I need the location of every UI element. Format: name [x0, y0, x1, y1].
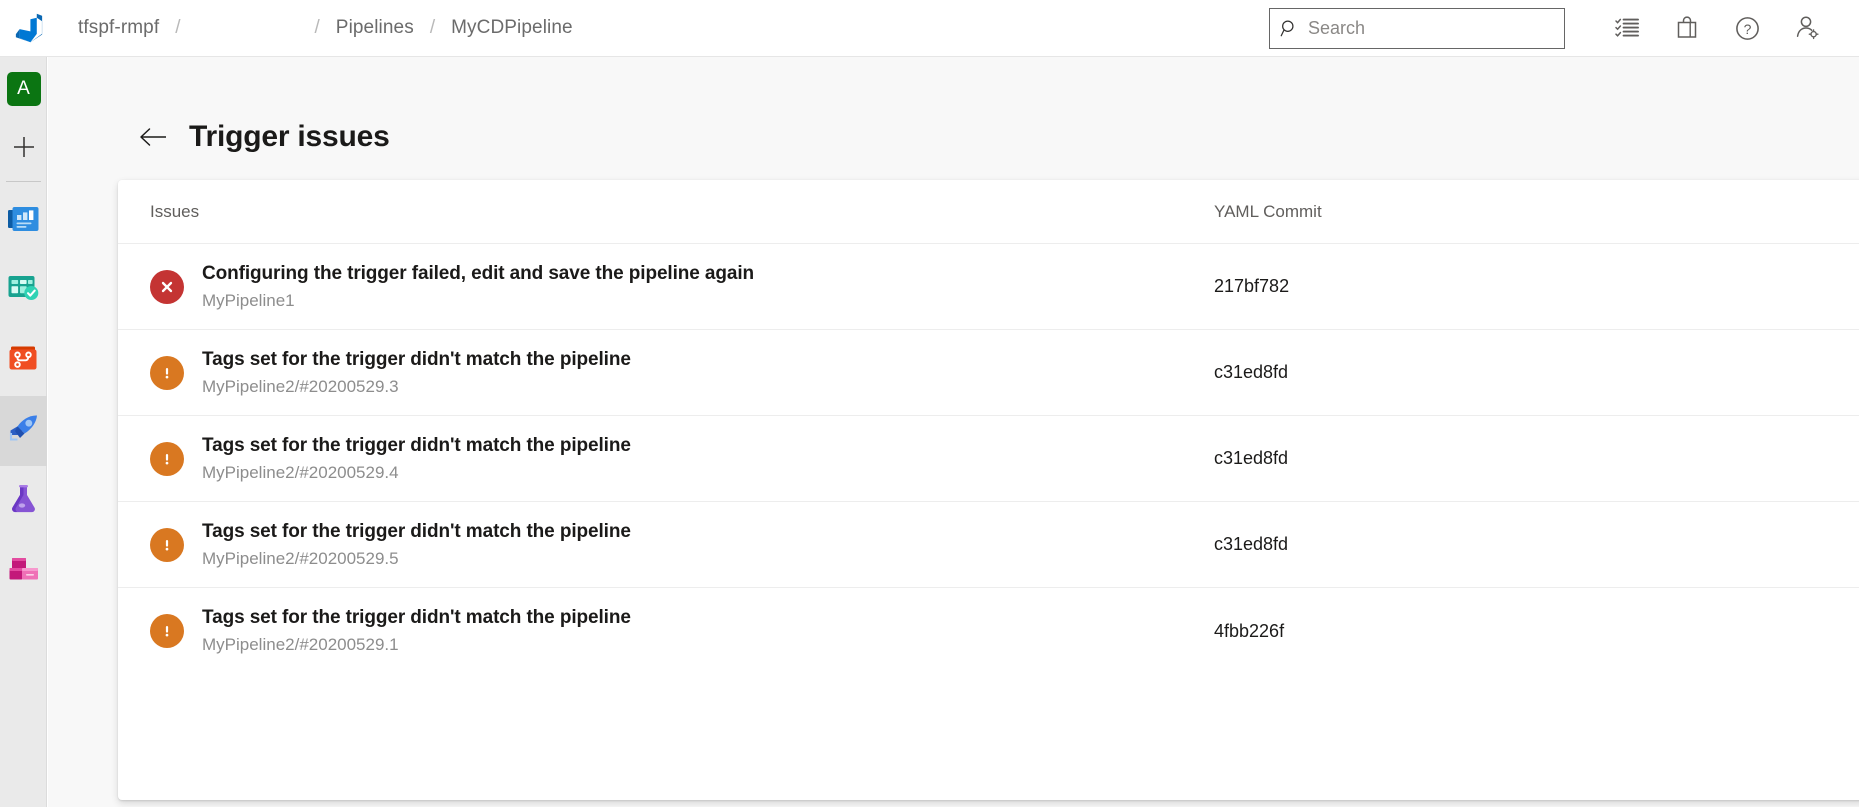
repos-icon	[8, 344, 40, 379]
svg-text:?: ?	[1743, 21, 1751, 37]
sidebar-item-pipelines[interactable]	[0, 396, 47, 466]
issue-subtitle: MyPipeline2/#20200529.1	[202, 632, 631, 657]
main-content-area: Trigger issues Issues YAML Commit Config…	[48, 57, 1859, 807]
pipelines-rocket-icon	[7, 413, 41, 449]
issue-title: Configuring the trigger failed, edit and…	[202, 261, 754, 287]
issue-text-block: Tags set for the trigger didn't match th…	[202, 433, 631, 485]
warning-status-icon	[150, 356, 184, 390]
issue-text-block: Tags set for the trigger didn't match th…	[202, 605, 631, 657]
top-header-bar: tfspf-rmpf / / Pipelines / MyCDPipeline	[0, 0, 1859, 57]
issue-text-block: Tags set for the trigger didn't match th…	[202, 347, 631, 399]
breadcrumb-separator-3: /	[416, 17, 449, 39]
error-status-icon	[150, 270, 184, 304]
sidebar-item-repos[interactable]	[0, 326, 47, 396]
issue-subtitle: MyPipeline2/#20200529.4	[202, 460, 631, 485]
yaml-commit-value[interactable]: 4fbb226f	[1214, 621, 1284, 642]
warning-status-icon	[150, 442, 184, 476]
table-row[interactable]: Tags set for the trigger didn't match th…	[118, 502, 1859, 588]
azure-devops-logo-icon[interactable]	[0, 0, 58, 57]
help-question-icon[interactable]: ?	[1721, 5, 1773, 51]
search-box[interactable]	[1269, 8, 1565, 49]
yaml-commit-value[interactable]: c31ed8fd	[1214, 362, 1288, 383]
issue-title: Tags set for the trigger didn't match th…	[202, 519, 631, 545]
issues-table-card: Issues YAML Commit Configuring the trigg…	[118, 180, 1859, 800]
table-row[interactable]: Tags set for the trigger didn't match th…	[118, 416, 1859, 502]
column-header-issues[interactable]: Issues	[150, 202, 1214, 222]
warning-status-icon	[150, 614, 184, 648]
yaml-commit-value[interactable]: 217bf782	[1214, 276, 1289, 297]
breadcrumb: tfspf-rmpf / / Pipelines / MyCDPipeline	[58, 0, 575, 57]
boards-checklist-icon[interactable]	[1601, 5, 1653, 51]
sidebar-item-overview[interactable]	[0, 186, 47, 256]
back-arrow-icon[interactable]	[137, 121, 169, 153]
overview-icon	[7, 204, 41, 239]
search-input[interactable]	[1308, 18, 1548, 39]
yaml-commit-value[interactable]: c31ed8fd	[1214, 448, 1288, 469]
boards-icon	[7, 273, 41, 309]
issue-cell: Tags set for the trigger didn't match th…	[150, 347, 1214, 399]
breadcrumb-separator-1: /	[161, 17, 194, 39]
artifacts-boxes-icon	[8, 555, 40, 588]
test-plans-flask-icon	[8, 484, 40, 519]
page-title: Trigger issues	[189, 120, 390, 154]
issue-text-block: Configuring the trigger failed, edit and…	[202, 261, 754, 313]
left-navigation-rail: A	[0, 57, 47, 807]
table-row[interactable]: Tags set for the trigger didn't match th…	[118, 330, 1859, 416]
issue-title: Tags set for the trigger didn't match th…	[202, 433, 631, 459]
column-header-yaml-commit[interactable]: YAML Commit	[1214, 202, 1322, 222]
search-icon	[1270, 19, 1308, 38]
issue-cell: Tags set for the trigger didn't match th…	[150, 519, 1214, 571]
issue-cell: Configuring the trigger failed, edit and…	[150, 261, 1214, 313]
issue-text-block: Tags set for the trigger didn't match th…	[202, 519, 631, 571]
user-settings-icon[interactable]	[1781, 5, 1833, 51]
warning-status-icon	[150, 528, 184, 562]
breadcrumb-separator-2: /	[301, 17, 334, 39]
sidebar-item-artifacts[interactable]	[0, 536, 47, 606]
header-actions: ?	[1269, 0, 1859, 57]
issue-title: Tags set for the trigger didn't match th…	[202, 605, 631, 631]
issue-subtitle: MyPipeline1	[202, 288, 754, 313]
page-header: Trigger issues	[48, 57, 1859, 169]
rail-divider	[6, 181, 41, 182]
sidebar-item-test-plans[interactable]	[0, 466, 47, 536]
yaml-commit-value[interactable]: c31ed8fd	[1214, 534, 1288, 555]
breadcrumb-item-pipelines[interactable]: Pipelines	[334, 17, 416, 39]
organization-avatar[interactable]: A	[0, 57, 47, 121]
plus-icon	[11, 134, 37, 165]
issue-subtitle: MyPipeline2/#20200529.5	[202, 546, 631, 571]
issue-cell: Tags set for the trigger didn't match th…	[150, 605, 1214, 657]
issue-cell: Tags set for the trigger didn't match th…	[150, 433, 1214, 485]
marketplace-bag-icon[interactable]	[1661, 5, 1713, 51]
table-header-row: Issues YAML Commit	[118, 180, 1859, 244]
organization-avatar-letter: A	[7, 72, 41, 106]
breadcrumb-item-org[interactable]: tfspf-rmpf	[76, 17, 161, 39]
issue-title: Tags set for the trigger didn't match th…	[202, 347, 631, 373]
table-row[interactable]: Configuring the trigger failed, edit and…	[118, 244, 1859, 330]
sidebar-item-boards[interactable]	[0, 256, 47, 326]
issue-subtitle: MyPipeline2/#20200529.3	[202, 374, 631, 399]
sidebar-item-new[interactable]	[0, 121, 47, 177]
breadcrumb-item-pipeline-name[interactable]: MyCDPipeline	[449, 17, 575, 39]
table-row[interactable]: Tags set for the trigger didn't match th…	[118, 588, 1859, 674]
